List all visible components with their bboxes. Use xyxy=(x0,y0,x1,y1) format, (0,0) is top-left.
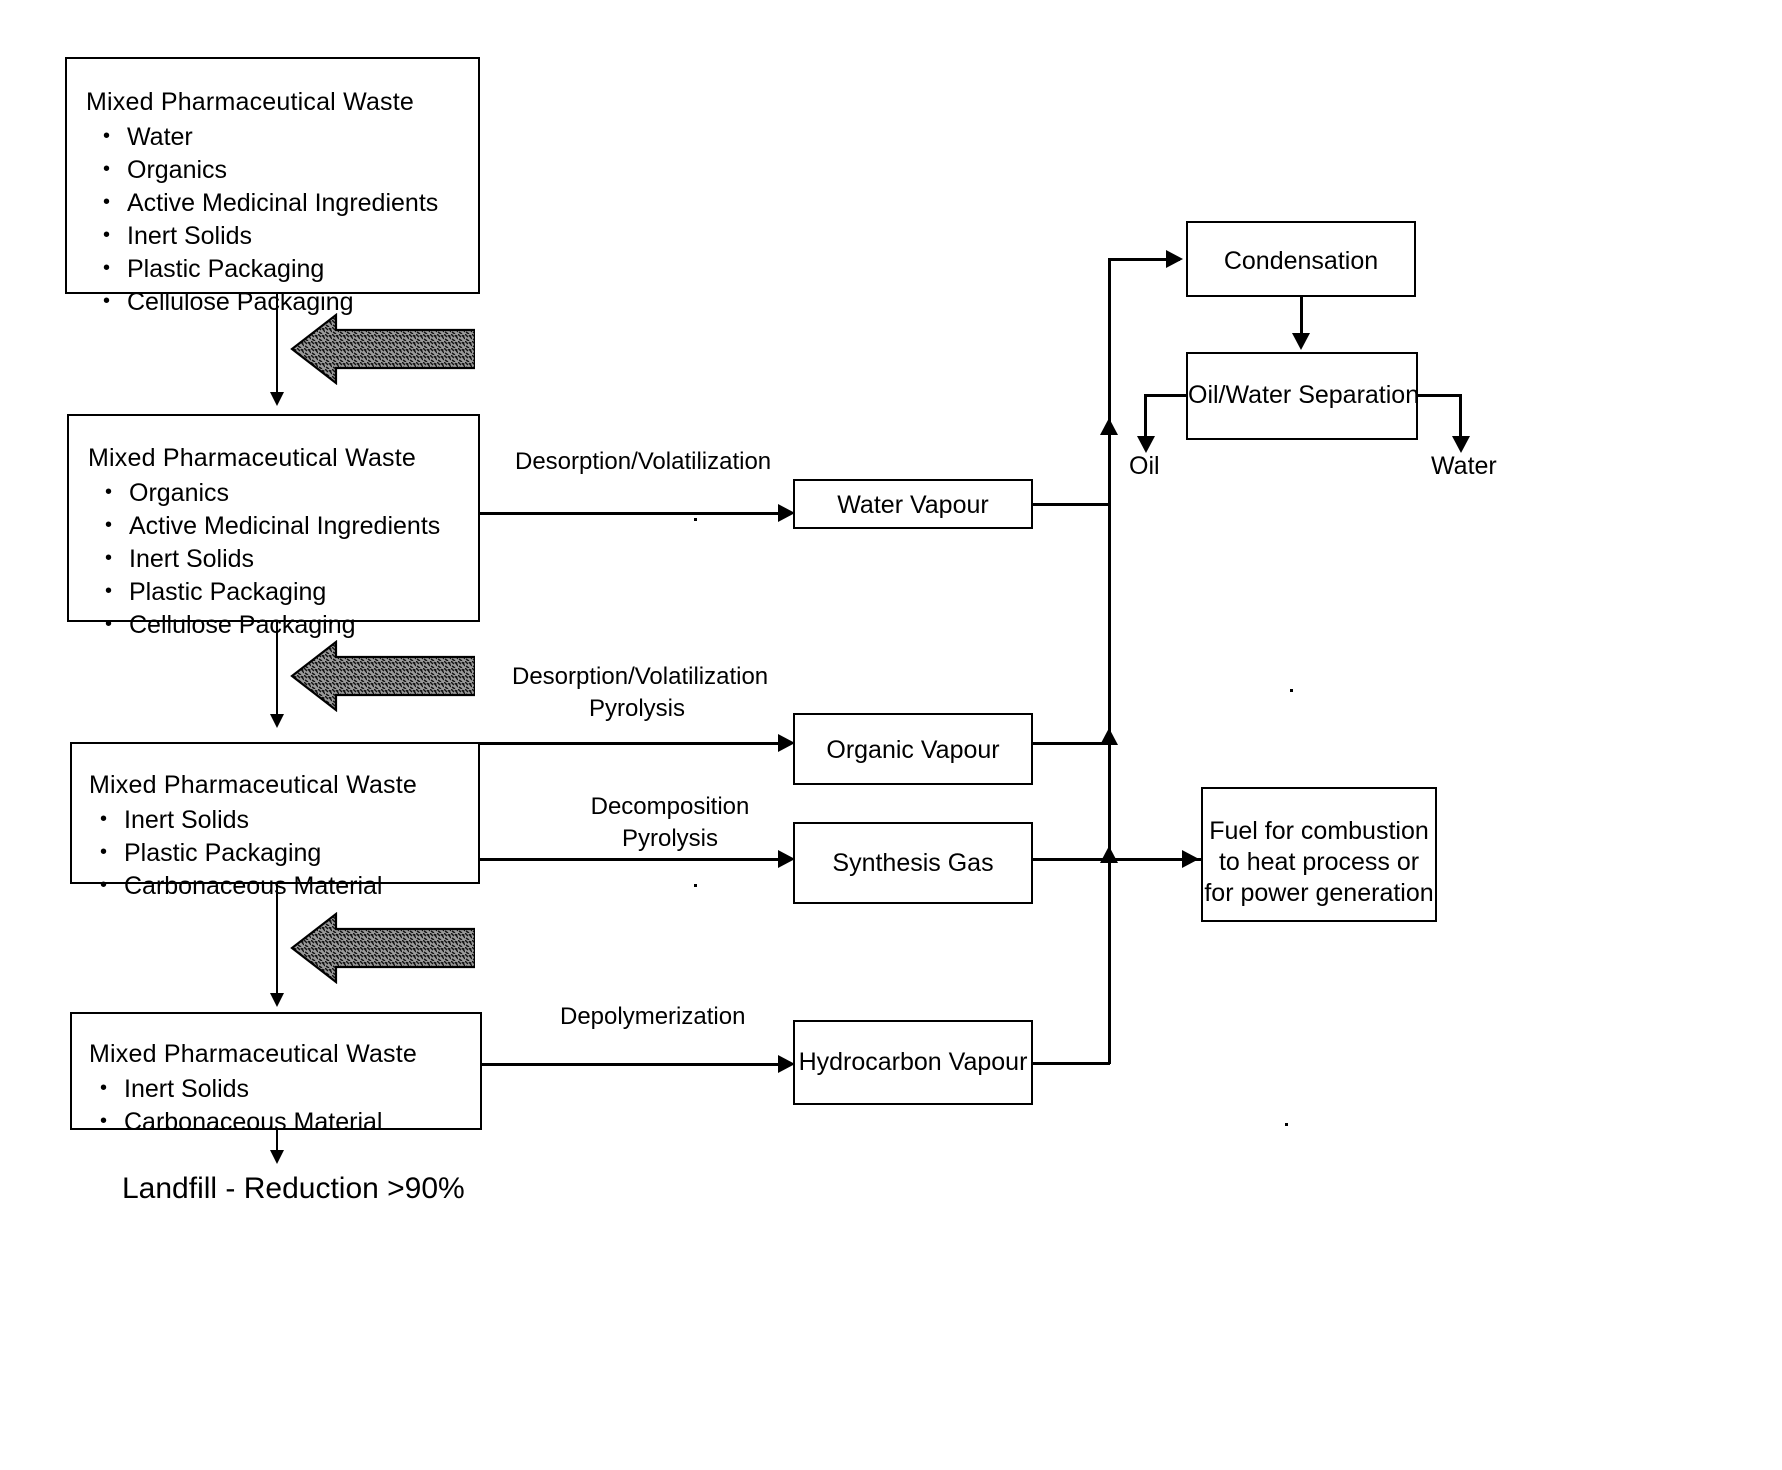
list-item: Inert Solids xyxy=(86,1072,382,1106)
line-hydrocarbonvapour-to-riser xyxy=(1033,1062,1110,1065)
arrowhead-right-condensation xyxy=(1166,250,1183,268)
condensation-label: Condensation xyxy=(1223,247,1379,275)
line-stage3-to-organicvapour xyxy=(480,742,780,745)
list-item: Cellulose Packaging xyxy=(91,608,440,642)
list-item: Carbonaceous Material xyxy=(86,1105,382,1139)
list-item: Active Medicinal Ingredients xyxy=(89,186,438,220)
connector-stage3-stage4 xyxy=(276,884,278,1002)
stage2-box: Mixed Pharmaceutical Waste Organics Acti… xyxy=(67,414,480,641)
stage4-list: Inert Solids Carbonaceous Material xyxy=(86,1072,382,1139)
arrowhead-down-landfill xyxy=(270,1150,284,1164)
organic-vapour-box: Organic Vapour xyxy=(793,713,1033,785)
arrowhead-down-stage4 xyxy=(270,993,284,1007)
line-separation-oil-vertical xyxy=(1144,394,1147,442)
list-item: Carbonaceous Material xyxy=(86,869,382,903)
connector-stage1-stage2 xyxy=(276,294,278,399)
stage1-list: Water Organics Active Medicinal Ingredie… xyxy=(89,120,438,319)
list-item: Inert Solids xyxy=(89,219,438,253)
line-watervapour-to-riser xyxy=(1033,503,1110,506)
hydrocarbon-vapour-label: Hydrocarbon Vapour xyxy=(798,1048,1028,1076)
hydrocarbon-vapour-box: Hydrocarbon Vapour xyxy=(793,1020,1033,1105)
fuel-box: Fuel for combustion to heat process or f… xyxy=(1201,787,1437,922)
fuel-line-2: to heat process or xyxy=(1218,848,1420,876)
line-stage4-to-hydrocarbonvapour xyxy=(482,1063,780,1066)
process-label-3: Decomposition Pyrolysis xyxy=(560,793,780,853)
process-label-3-line1: Decomposition xyxy=(590,793,750,820)
process-label-2-line1: Desorption/Volatilization xyxy=(512,663,769,690)
line-separation-water-vertical xyxy=(1459,394,1462,442)
synthesis-gas-box: Synthesis Gas xyxy=(793,822,1033,904)
list-item: Organics xyxy=(91,476,440,510)
synthesis-gas-label: Synthesis Gas xyxy=(832,849,994,877)
list-item: Plastic Packaging xyxy=(89,252,438,286)
process-label-3-line2: Pyrolysis xyxy=(621,825,718,852)
arrowhead-down-water xyxy=(1452,436,1470,453)
stage2-list: Organics Active Medicinal Ingredients In… xyxy=(91,476,440,642)
heat-arrow-3 xyxy=(290,911,477,985)
scan-speck-2 xyxy=(694,884,697,887)
list-item: Organics xyxy=(89,153,438,187)
list-item: Inert Solids xyxy=(86,803,382,837)
oil-label: Oil xyxy=(1129,452,1160,480)
stage1-box: Mixed Pharmaceutical Waste Water Organic… xyxy=(65,57,480,318)
arrowhead-down-separation xyxy=(1292,333,1310,350)
process-flow-diagram: Mixed Pharmaceutical Waste Water Organic… xyxy=(0,0,1782,1470)
list-item: Inert Solids xyxy=(91,542,440,576)
arrowhead-down-stage2 xyxy=(270,392,284,406)
arrowhead-down-stage3 xyxy=(270,714,284,728)
process-label-1: Desorption/Volatilization xyxy=(515,448,772,475)
fuel-line-1: Fuel for combustion xyxy=(1209,817,1429,845)
process-label-2: Desorption/Volatilization Pyrolysis xyxy=(512,663,769,723)
water-vapour-box: Water Vapour xyxy=(793,479,1033,529)
fuel-line-3: for power generation xyxy=(1204,879,1434,907)
scan-speck xyxy=(694,518,697,521)
arrowhead-down-oil xyxy=(1137,436,1155,453)
list-item: Plastic Packaging xyxy=(91,575,440,609)
list-item: Active Medicinal Ingredients xyxy=(91,509,440,543)
organic-vapour-label: Organic Vapour xyxy=(826,736,1000,764)
list-item: Plastic Packaging xyxy=(86,836,382,870)
scan-speck-4 xyxy=(1290,689,1293,692)
line-separation-water-horizontal xyxy=(1416,394,1462,397)
water-label: Water xyxy=(1431,452,1497,480)
oil-water-separation-label: Oil/Water Separation xyxy=(1188,381,1420,409)
connector-stage2-stage3 xyxy=(276,622,278,722)
water-vapour-label: Water Vapour xyxy=(837,491,989,519)
line-organicvapour-to-riser xyxy=(1033,742,1110,745)
oil-water-separation-box: Oil/Water Separation xyxy=(1186,352,1420,440)
heat-arrow-1 xyxy=(290,312,477,386)
arrowhead-up-riser-organicvapour xyxy=(1100,728,1118,745)
line-stage2-to-watervapour xyxy=(480,512,780,515)
line-stage3-to-synthesisgas xyxy=(480,858,780,861)
fuel-box-text: Fuel for combustion to heat process or f… xyxy=(1203,816,1435,909)
arrowhead-up-riser-synthesisgas xyxy=(1100,846,1118,863)
stage2-title: Mixed Pharmaceutical Waste xyxy=(88,444,417,472)
heat-arrow-2 xyxy=(290,639,477,713)
stage3-box: Mixed Pharmaceutical Waste Inert Solids … xyxy=(70,742,480,902)
riser-main-vertical xyxy=(1108,258,1111,1064)
arrowhead-up-riser-watervapour xyxy=(1100,418,1118,435)
process-label-4: Depolymerization xyxy=(560,1003,746,1030)
stage3-title: Mixed Pharmaceutical Waste xyxy=(89,771,418,799)
line-separation-oil-horizontal xyxy=(1144,394,1188,397)
list-item: Water xyxy=(89,120,438,154)
stage4-title: Mixed Pharmaceutical Waste xyxy=(89,1040,418,1068)
process-label-2-line2: Pyrolysis xyxy=(588,695,685,722)
landfill-label: Landfill - Reduction >90% xyxy=(122,1172,465,1205)
stage3-list: Inert Solids Plastic Packaging Carbonace… xyxy=(86,803,382,903)
arrowhead-right-fuel xyxy=(1182,850,1199,868)
scan-speck-3 xyxy=(1285,1123,1288,1126)
stage1-title: Mixed Pharmaceutical Waste xyxy=(86,88,415,116)
condensation-box: Condensation xyxy=(1186,221,1416,297)
stage4-box: Mixed Pharmaceutical Waste Inert Solids … xyxy=(70,1012,482,1138)
